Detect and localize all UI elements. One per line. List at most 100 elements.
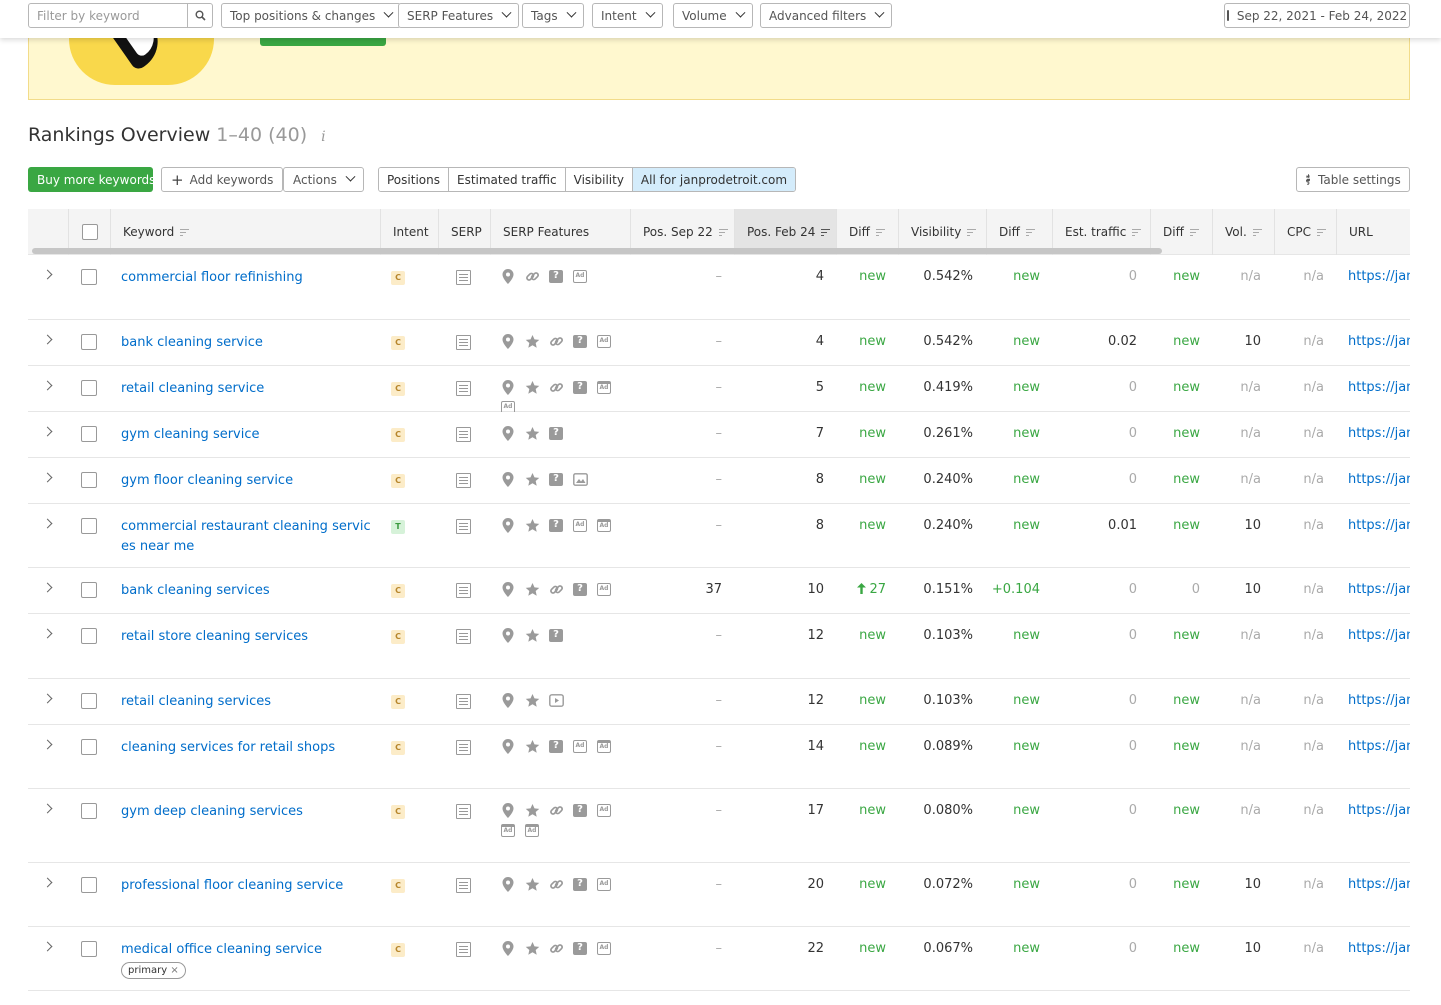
keyword-link[interactable]: cleaning services for retail shops: [121, 738, 371, 758]
row-checkbox[interactable]: [81, 269, 97, 285]
keyword-link[interactable]: professional floor cleaning service: [121, 876, 371, 896]
keyword-tag[interactable]: primary ×: [121, 962, 186, 979]
add-keywords-button[interactable]: + Add keywords: [161, 167, 284, 192]
serp-snapshot-icon[interactable]: [456, 583, 471, 598]
expand-row-icon[interactable]: [42, 693, 53, 704]
top-positions-dropdown[interactable]: Top positions & changes: [221, 3, 402, 28]
keyword-link[interactable]: bank cleaning services: [121, 581, 371, 601]
intent-badge: C: [391, 630, 405, 644]
url-link[interactable]: https://janprodetroit.com: [1348, 269, 1410, 284]
header-volume[interactable]: Vol.: [1212, 209, 1274, 255]
row-checkbox[interactable]: [81, 518, 97, 534]
date-range-picker[interactable]: Sep 22, 2021 - Feb 24, 2022: [1224, 3, 1410, 28]
url-link[interactable]: https://janprodetroit.com: [1348, 693, 1410, 708]
row-checkbox[interactable]: [81, 877, 97, 893]
chevron-down-icon: [874, 7, 885, 18]
calendar-icon: [1226, 10, 1229, 21]
table-settings-button[interactable]: Table settings: [1296, 167, 1410, 192]
advanced-filters-dropdown[interactable]: Advanced filters: [760, 3, 893, 28]
header-cpc[interactable]: CPC: [1274, 209, 1336, 255]
search-button[interactable]: [187, 3, 213, 28]
row-checkbox[interactable]: [81, 472, 97, 488]
serp-features-dropdown[interactable]: SERP Features: [398, 3, 520, 28]
visibility-value: 0.067%: [923, 941, 973, 956]
expand-row-icon[interactable]: [42, 628, 53, 639]
expand-row-icon[interactable]: [42, 380, 53, 391]
diff-value: 27: [869, 582, 886, 597]
expand-row-icon[interactable]: [42, 803, 53, 814]
row-checkbox[interactable]: [81, 803, 97, 819]
serp-snapshot-icon[interactable]: [456, 629, 471, 644]
expand-row-icon[interactable]: [42, 426, 53, 437]
url-link[interactable]: https://janprodetroit.com: [1348, 803, 1410, 818]
serp-snapshot-icon[interactable]: [456, 694, 471, 709]
expand-row-icon[interactable]: [42, 739, 53, 750]
url-link[interactable]: https://janprodetroit.com: [1348, 472, 1410, 487]
serp-snapshot-icon[interactable]: [456, 335, 471, 350]
keyword-link[interactable]: medical office cleaning service: [121, 940, 371, 960]
expand-row-icon[interactable]: [42, 269, 53, 280]
url-link[interactable]: https://janprodetroit.com: [1348, 518, 1410, 533]
serp-snapshot-icon[interactable]: [456, 740, 471, 755]
keyword-link[interactable]: gym deep cleaning services: [121, 802, 371, 822]
serp-snapshot-icon[interactable]: [456, 942, 471, 957]
remove-tag-icon[interactable]: ×: [167, 965, 178, 976]
keyword-link[interactable]: gym floor cleaning service: [121, 471, 371, 491]
url-link[interactable]: https://janprodetroit.com: [1348, 582, 1410, 597]
segment-all[interactable]: All for janprodetroit.com: [632, 168, 796, 191]
sort-icon: [1189, 228, 1199, 237]
expand-row-icon[interactable]: [42, 582, 53, 593]
row-checkbox[interactable]: [81, 693, 97, 709]
volume-dropdown[interactable]: Volume: [673, 3, 753, 28]
url-link[interactable]: https://janprodetroit.com: [1348, 380, 1410, 395]
segment-estimated-traffic[interactable]: Estimated traffic: [448, 168, 566, 191]
url-link[interactable]: https://janprodetroit.com: [1348, 739, 1410, 754]
select-all-checkbox[interactable]: [82, 224, 98, 240]
tags-dropdown[interactable]: Tags: [522, 3, 584, 28]
traffic-value: 0: [1128, 803, 1137, 818]
intent-dropdown[interactable]: Intent: [592, 3, 663, 28]
position-feb: 20: [807, 877, 824, 892]
keyword-link[interactable]: bank cleaning service: [121, 333, 371, 353]
row-checkbox[interactable]: [81, 380, 97, 396]
row-checkbox[interactable]: [81, 582, 97, 598]
row-checkbox[interactable]: [81, 628, 97, 644]
button-label: Add keywords: [189, 172, 274, 187]
row-checkbox[interactable]: [81, 426, 97, 442]
serp-snapshot-icon[interactable]: [456, 270, 471, 285]
expand-row-icon[interactable]: [42, 518, 53, 529]
expand-row-icon[interactable]: [42, 334, 53, 345]
keyword-link[interactable]: commercial floor refinishing: [121, 268, 371, 288]
serp-snapshot-icon[interactable]: [456, 427, 471, 442]
row-checkbox[interactable]: [81, 739, 97, 755]
url-link[interactable]: https://janprodetroit.com: [1348, 628, 1410, 643]
keyword-link[interactable]: gym cleaning service: [121, 425, 371, 445]
url-link[interactable]: https://janprodetroit.com: [1348, 334, 1410, 349]
segment-visibility[interactable]: Visibility: [565, 168, 633, 191]
expand-row-icon[interactable]: [42, 472, 53, 483]
keyword-filter-input[interactable]: Filter by keyword: [28, 3, 188, 28]
keyword-link[interactable]: retail store cleaning services: [121, 627, 371, 647]
serp-snapshot-icon[interactable]: [456, 804, 471, 819]
expand-row-icon[interactable]: [42, 941, 53, 952]
horizontal-scrollbar[interactable]: [32, 248, 1162, 254]
url-link[interactable]: https://janprodetroit.com: [1348, 941, 1410, 956]
serp-snapshot-icon[interactable]: [456, 878, 471, 893]
cpc-value: n/a: [1303, 628, 1324, 643]
actions-dropdown[interactable]: Actions: [283, 167, 364, 192]
serp-snapshot-icon[interactable]: [456, 381, 471, 396]
keyword-link[interactable]: retail cleaning service: [121, 379, 371, 399]
keyword-link[interactable]: commercial restaurant cleaning services …: [121, 517, 371, 557]
info-icon[interactable]: i: [321, 129, 325, 145]
row-checkbox[interactable]: [81, 941, 97, 957]
keyword-link[interactable]: retail cleaning services: [121, 692, 371, 712]
expand-row-icon[interactable]: [42, 877, 53, 888]
segment-positions[interactable]: Positions: [379, 168, 449, 191]
intent-badge: C: [391, 336, 405, 350]
serp-snapshot-icon[interactable]: [456, 473, 471, 488]
url-link[interactable]: https://janprodetroit.com: [1348, 426, 1410, 441]
url-link[interactable]: https://janprodetroit.com: [1348, 877, 1410, 892]
buy-more-keywords-button[interactable]: Buy more keywords: [28, 167, 155, 192]
serp-snapshot-icon[interactable]: [456, 519, 471, 534]
row-checkbox[interactable]: [81, 334, 97, 350]
